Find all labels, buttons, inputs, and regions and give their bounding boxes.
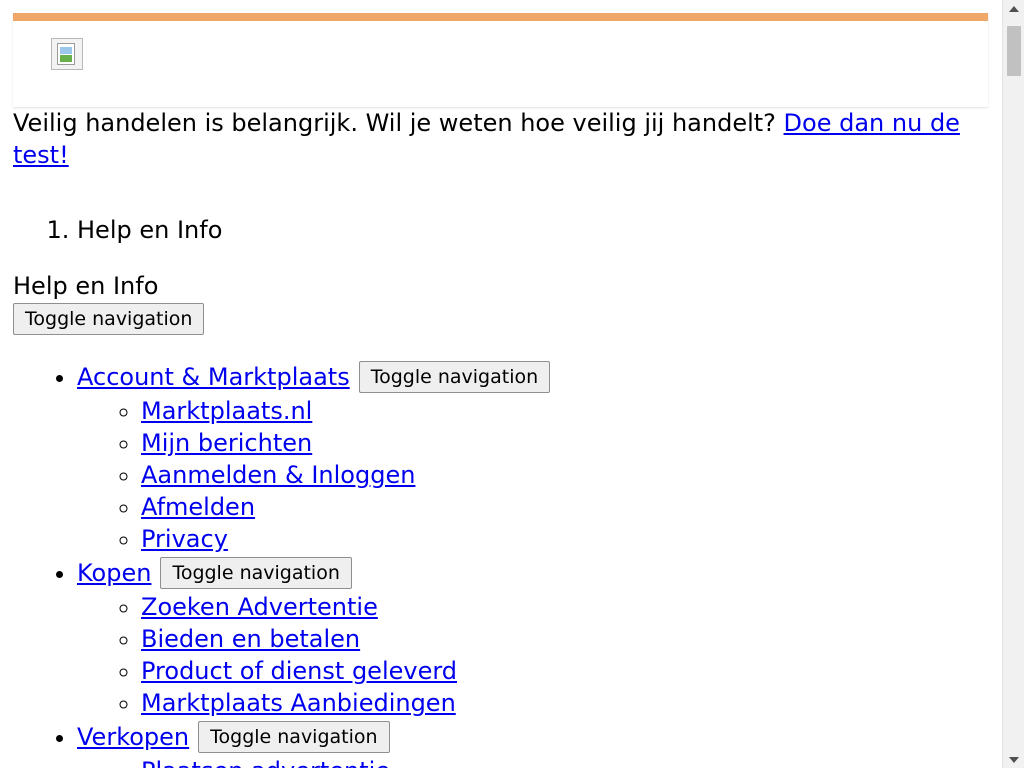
list-item: Marktplaats.nl — [141, 395, 988, 427]
nav-link-aanmelden-inloggen[interactable]: Aanmelden & Inloggen — [141, 461, 415, 489]
help-navigation: Account & Marktplaats Toggle navigation … — [13, 359, 988, 768]
toggle-navigation-kopen-button[interactable]: Toggle navigation — [160, 557, 352, 589]
list-item: Afmelden — [141, 491, 988, 523]
list-item: Aanmelden & Inloggen — [141, 459, 988, 491]
safety-notice: Veilig handelen is belangrijk. Wil je we… — [13, 107, 988, 171]
image-placeholder-hill — [60, 55, 72, 62]
site-header — [13, 13, 988, 107]
nav-submenu-account: Marktplaats.nl Mijn berichten Aanmelden … — [77, 395, 988, 555]
toggle-navigation-verkopen-button[interactable]: Toggle navigation — [198, 721, 390, 753]
nav-link-marktplaats-nl[interactable]: Marktplaats.nl — [141, 397, 312, 425]
list-item: Bieden en betalen — [141, 623, 988, 655]
chevron-down-icon — [1009, 756, 1019, 763]
nav-section-verkopen: Verkopen Toggle navigation Plaatsen adve… — [77, 719, 988, 768]
scrollbar-thumb[interactable] — [1007, 26, 1021, 76]
nav-link-plaatsen-advertentie[interactable]: Plaatsen advertentie — [141, 757, 390, 768]
toggle-navigation-account-button[interactable]: Toggle navigation — [358, 361, 551, 393]
nav-link-privacy[interactable]: Privacy — [141, 525, 228, 553]
scroll-down-icon[interactable] — [1003, 751, 1024, 768]
nav-link-aanbiedingen[interactable]: Marktplaats Aanbiedingen — [141, 689, 456, 717]
breadcrumb-item: Help en Info — [77, 211, 988, 249]
nav-submenu-kopen: Zoeken Advertentie Bieden en betalen Pro… — [77, 591, 988, 719]
nav-section-kopen: Kopen Toggle navigation Zoeken Advertent… — [77, 555, 988, 719]
nav-link-kopen[interactable]: Kopen — [77, 557, 151, 589]
nav-link-bieden-betalen[interactable]: Bieden en betalen — [141, 625, 360, 653]
scroll-up-icon[interactable] — [1003, 0, 1024, 17]
toggle-navigation-button[interactable]: Toggle navigation — [13, 303, 205, 335]
list-item: Privacy — [141, 523, 988, 555]
nav-link-product-geleverd[interactable]: Product of dienst geleverd — [141, 657, 457, 685]
image-placeholder-sky — [60, 47, 72, 54]
chevron-up-icon — [1009, 5, 1019, 12]
nav-link-verkopen[interactable]: Verkopen — [77, 721, 189, 753]
safety-notice-text: Veilig handelen is belangrijk. Wil je we… — [13, 109, 784, 137]
nav-link-afmelden[interactable]: Afmelden — [141, 493, 255, 521]
broken-image-icon[interactable] — [51, 38, 83, 70]
page-content: Veilig handelen is belangrijk. Wil je we… — [13, 0, 988, 768]
nav-link-mijn-berichten[interactable]: Mijn berichten — [141, 429, 312, 457]
list-item: Marktplaats Aanbiedingen — [141, 687, 988, 719]
list-item: Zoeken Advertentie — [141, 591, 988, 623]
vertical-scrollbar[interactable] — [1002, 0, 1024, 768]
nav-link-account[interactable]: Account & Marktplaats — [77, 361, 350, 393]
nav-submenu-verkopen: Plaatsen advertentie — [77, 755, 988, 768]
list-item: Product of dienst geleverd — [141, 655, 988, 687]
list-item: Mijn berichten — [141, 427, 988, 459]
image-placeholder — [57, 43, 75, 65]
page-viewport: Veilig handelen is belangrijk. Wil je we… — [0, 0, 1002, 768]
nav-link-zoeken-advertentie[interactable]: Zoeken Advertentie — [141, 593, 378, 621]
page-title: Help en Info — [13, 272, 159, 300]
list-item: Plaatsen advertentie — [141, 755, 988, 768]
nav-section-account: Account & Marktplaats Toggle navigation … — [77, 359, 988, 555]
breadcrumb: Help en Info — [13, 211, 988, 249]
